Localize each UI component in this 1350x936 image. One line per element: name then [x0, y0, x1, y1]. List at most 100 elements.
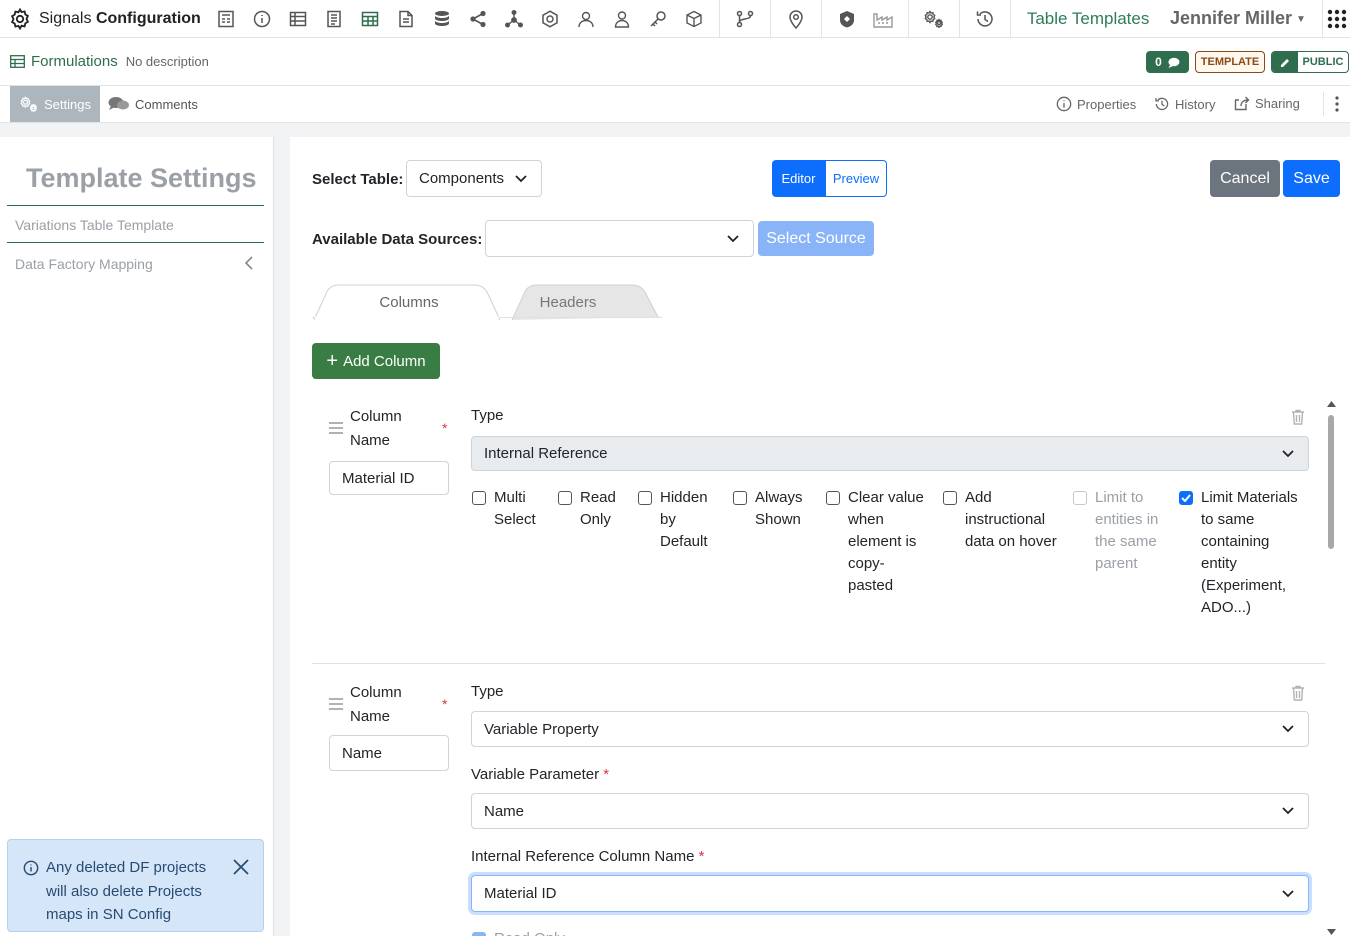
read-only-checkbox[interactable]: Read Only: [472, 928, 565, 936]
cancel-button[interactable]: Cancel: [1210, 160, 1280, 197]
key-icon[interactable]: [647, 8, 669, 30]
column-name-input[interactable]: Name: [329, 735, 449, 771]
editor-button[interactable]: Editor: [772, 160, 825, 197]
map-pin-icon[interactable]: [785, 8, 807, 30]
add-column-button[interactable]: + Add Column: [312, 343, 440, 379]
type-dropdown[interactable]: Variable Property: [471, 711, 1309, 747]
column-name-input[interactable]: Material ID: [329, 461, 449, 495]
internal-ref-column-label-text: Internal Reference Column Name: [471, 848, 695, 865]
history-icon[interactable]: [974, 8, 996, 30]
branch-icon[interactable]: [734, 8, 756, 30]
column-name-label: Column Name: [350, 408, 402, 449]
internal-ref-column-dropdown[interactable]: Material ID: [471, 875, 1309, 912]
tab-settings[interactable]: Settings: [10, 86, 100, 122]
data-sources-label: Available Data Sources:: [312, 231, 483, 248]
sharing-button[interactable]: Sharing: [1234, 96, 1300, 111]
checkbox-box[interactable]: [826, 491, 840, 505]
trash-icon[interactable]: [1291, 685, 1305, 701]
chevron-down-icon: [1282, 889, 1294, 898]
checkbox-box[interactable]: [943, 491, 957, 505]
sharing-label: Sharing: [1255, 96, 1300, 111]
checkbox-box[interactable]: [472, 491, 486, 505]
properties-button[interactable]: Properties: [1056, 96, 1136, 112]
tab-comments-label: Comments: [135, 96, 198, 112]
person-icon[interactable]: [611, 8, 633, 30]
checkbox-box-checked[interactable]: [1179, 491, 1193, 505]
settings-gears-icon[interactable]: [923, 8, 945, 30]
document-icon[interactable]: [323, 8, 345, 30]
cube-icon[interactable]: [683, 8, 705, 30]
tab-settings-label: Settings: [44, 96, 91, 112]
checkbox-box[interactable]: [558, 491, 572, 505]
close-icon[interactable]: [232, 858, 250, 876]
group-icon[interactable]: [575, 8, 597, 30]
file-icon[interactable]: [395, 8, 417, 30]
required-marker: *: [442, 420, 448, 436]
entity-description[interactable]: No description: [126, 54, 209, 69]
instructional-data-checkbox[interactable]: Add instructional data on hover: [943, 487, 1058, 553]
history-button[interactable]: History: [1154, 96, 1215, 112]
sidebar-item-data-factory-mapping[interactable]: Data Factory Mapping: [15, 256, 153, 272]
share-icon[interactable]: [467, 8, 489, 30]
brand-suffix: Configuration: [95, 9, 201, 27]
history-icon: [1154, 96, 1170, 112]
chevron-left-icon[interactable]: [244, 255, 254, 271]
table-icon[interactable]: [287, 8, 309, 30]
save-button[interactable]: Save: [1283, 160, 1340, 197]
drag-handle-icon[interactable]: [329, 698, 343, 710]
tab-columns[interactable]: Columns: [330, 286, 488, 319]
kebab-menu-icon[interactable]: [1323, 92, 1350, 116]
variable-parameter-dropdown[interactable]: Name: [471, 793, 1309, 829]
template-settings-sidebar: Template Settings Variations Table Templ…: [0, 137, 274, 936]
checkbox-box[interactable]: [472, 932, 486, 936]
type-dropdown[interactable]: Internal Reference: [471, 436, 1309, 471]
info-icon[interactable]: [251, 8, 273, 30]
sidebar-item-variations-table-template[interactable]: Variations Table Template: [15, 217, 174, 233]
add-column-label: Add Column: [343, 352, 426, 370]
scroll-down-icon[interactable]: [1327, 929, 1336, 935]
checkbox-label: Limit to entities in the same parent: [1095, 489, 1159, 572]
scroll-up-icon[interactable]: [1327, 401, 1336, 407]
comment-count-badge[interactable]: 0: [1146, 51, 1189, 73]
chevron-down-icon: [1282, 449, 1294, 458]
network-icon[interactable]: [503, 8, 525, 30]
tab-comments[interactable]: Comments: [108, 86, 198, 122]
entity-header: Formulations No description 0 TEMPLATE P…: [0, 38, 1350, 86]
read-only-checkbox[interactable]: Read Only: [558, 487, 618, 531]
info-icon: [23, 860, 39, 876]
multi-select-checkbox[interactable]: Multi Select: [472, 487, 542, 531]
checkbox-label: Always Shown: [755, 489, 803, 528]
limit-materials-checkbox[interactable]: Limit Materials to same containing entit…: [1179, 487, 1309, 619]
brand[interactable]: Signals Configuration: [0, 7, 201, 31]
checkbox-box[interactable]: [733, 491, 747, 505]
grid-icon[interactable]: [359, 8, 381, 30]
history-label: History: [1175, 96, 1216, 112]
form-icon[interactable]: [215, 8, 237, 30]
checkbox-box[interactable]: [638, 491, 652, 505]
select-source-button[interactable]: Select Source: [758, 221, 874, 256]
tab-headers[interactable]: Headers: [490, 286, 646, 319]
public-badge[interactable]: PUBLIC: [1271, 51, 1349, 73]
always-shown-checkbox[interactable]: Always Shown: [733, 487, 813, 531]
top-navbar: Signals Configuration Table Templates Je…: [0, 0, 1350, 38]
type-value: Variable Property: [484, 720, 599, 738]
factory-icon[interactable]: [872, 8, 894, 30]
hexagon-icon[interactable]: [539, 8, 561, 30]
clear-value-on-copy-checkbox[interactable]: Clear value when element is copy-pasted: [826, 487, 926, 597]
drag-handle-icon[interactable]: [329, 422, 343, 434]
preview-button[interactable]: Preview: [825, 160, 887, 197]
data-sources-dropdown[interactable]: [485, 220, 754, 257]
panel-tabbar: Settings Comments Properties History Sha…: [0, 86, 1350, 123]
apps-grid-icon[interactable]: [1322, 0, 1350, 38]
hidden-by-default-checkbox[interactable]: Hidden by Default: [638, 487, 718, 553]
brand-prefix: Signals: [39, 9, 92, 27]
table-templates-link[interactable]: Table Templates: [1027, 9, 1150, 29]
trash-icon[interactable]: [1291, 409, 1305, 425]
scrollbar[interactable]: [1326, 401, 1336, 936]
database-icon[interactable]: [431, 8, 453, 30]
user-menu[interactable]: Jennifer Miller ▼: [1170, 8, 1306, 29]
select-table-dropdown[interactable]: Components: [406, 160, 542, 197]
scrollbar-thumb[interactable]: [1328, 415, 1334, 549]
shield-icon[interactable]: [836, 8, 858, 30]
entity-title[interactable]: Formulations: [31, 53, 118, 70]
